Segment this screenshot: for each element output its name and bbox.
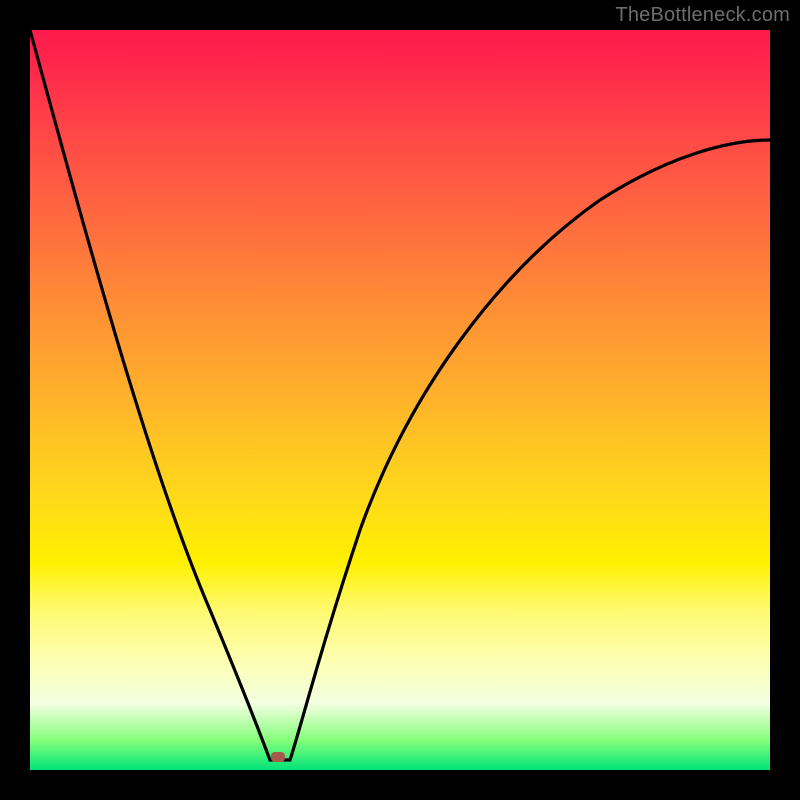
optimal-marker: [271, 752, 285, 762]
watermark-text: TheBottleneck.com: [615, 4, 790, 27]
plot-area: [30, 30, 770, 770]
chart-frame: TheBottleneck.com: [0, 0, 800, 800]
bottleneck-curve: [30, 30, 770, 770]
curve-path: [30, 30, 770, 760]
